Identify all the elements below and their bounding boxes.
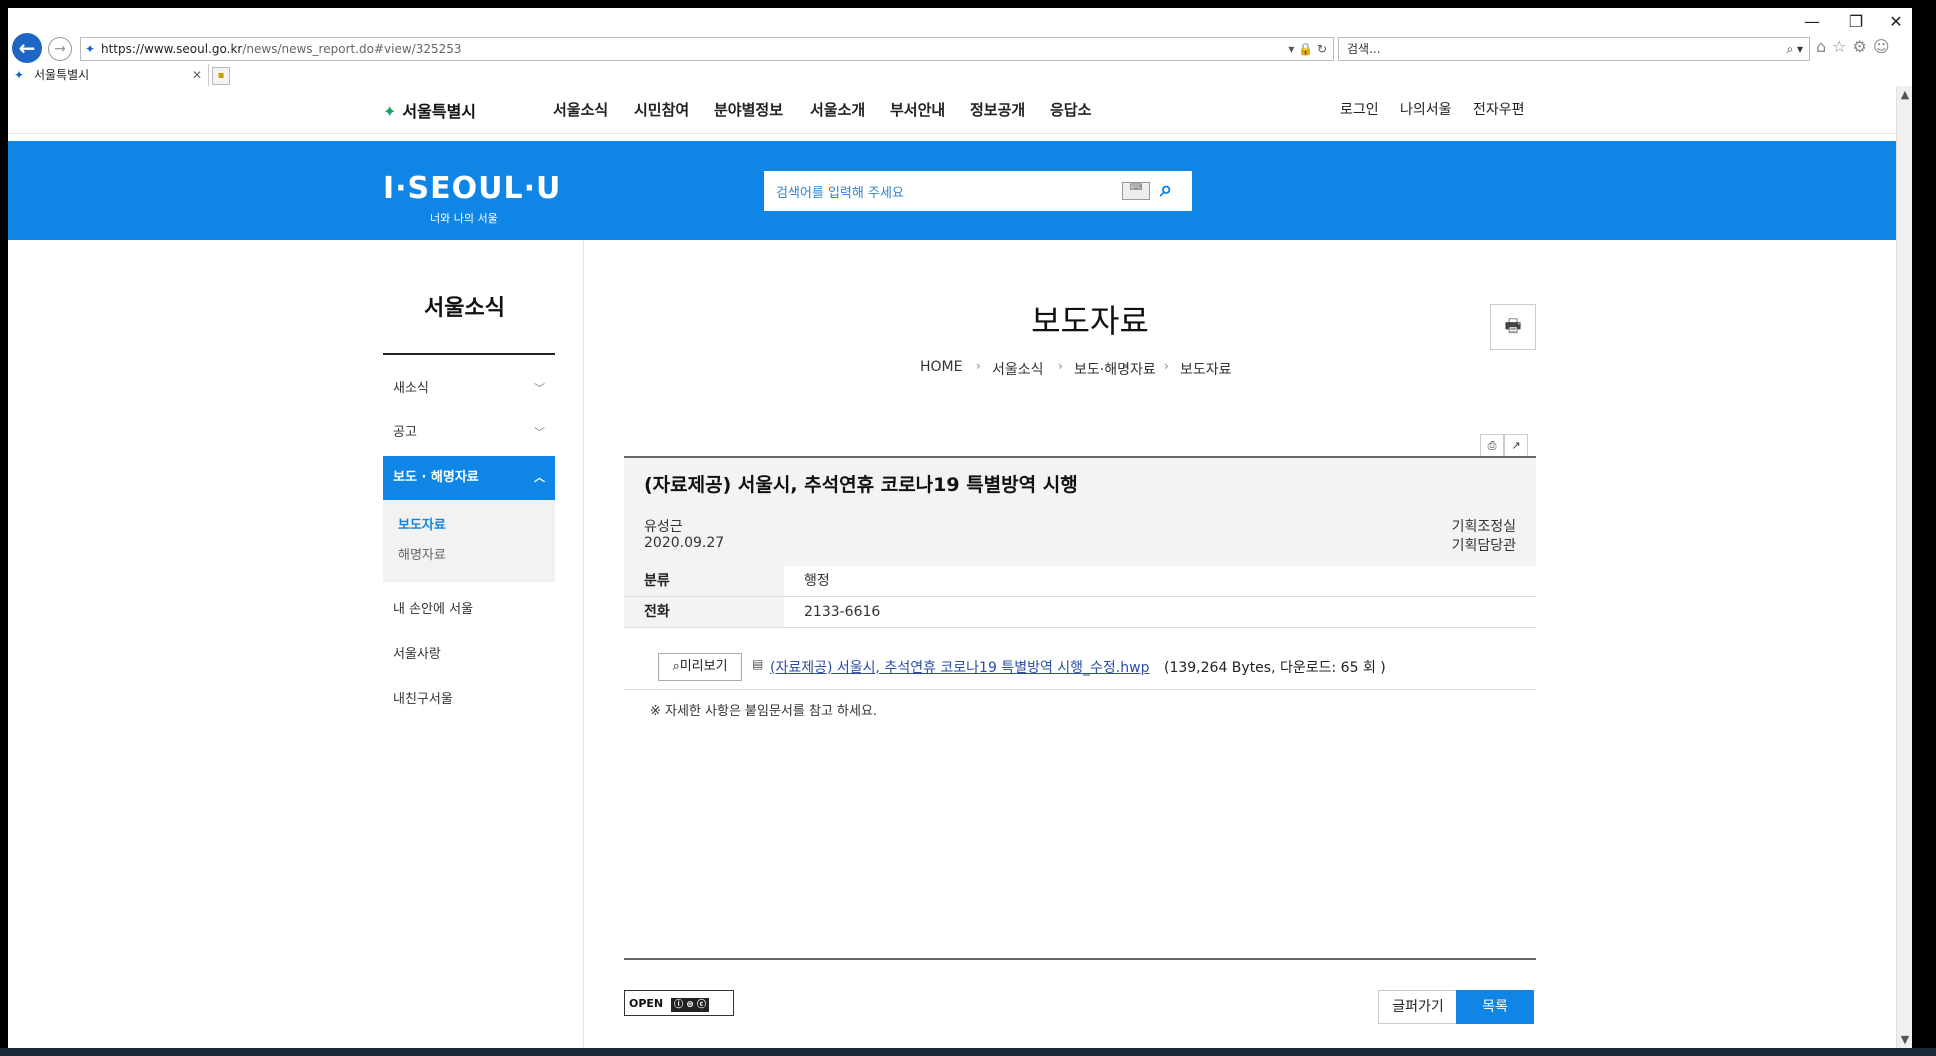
chevron-down-icon: ﹀ bbox=[534, 426, 545, 439]
article-header: (자료제공) 서울시, 추석연휴 코로나19 특별방역 시행 유성근 2020.… bbox=[624, 456, 1536, 566]
breadcrumb-separator-icon: › bbox=[1058, 359, 1063, 373]
scroll-down-icon[interactable]: ▼ bbox=[1897, 1033, 1912, 1046]
sidebar-title: 서울소식 bbox=[424, 296, 505, 321]
sidebar-divider bbox=[383, 353, 555, 355]
close-tab-icon[interactable]: ✕ bbox=[192, 64, 202, 86]
breadcrumb-separator-icon: › bbox=[976, 359, 981, 373]
info-value: 2133-6616 bbox=[804, 604, 881, 620]
breadcrumb-item[interactable]: 서울소식 bbox=[992, 359, 1044, 379]
breadcrumb-separator-icon: › bbox=[1164, 359, 1169, 373]
attachment-info: (139,264 Bytes, 다운로드: 65 회 ) bbox=[1164, 660, 1386, 676]
open-license-badge: OPEN ⓘ ⊜ ⓒ bbox=[624, 990, 734, 1016]
chevron-up-icon: ︿ bbox=[534, 471, 545, 484]
search-icon[interactable]: ⌕ ▾ bbox=[1786, 38, 1803, 60]
site-favicon-icon: ✦ bbox=[85, 42, 96, 56]
email-link[interactable]: 전자우편 bbox=[1473, 99, 1525, 119]
sidebar-item-news[interactable]: 새소식 ﹀ bbox=[383, 367, 555, 411]
browser-search-input[interactable]: 검색... ⌕ ▾ bbox=[1338, 37, 1810, 61]
new-tab-button[interactable]: ▪ bbox=[212, 67, 230, 85]
browser-window: — ❐ ✕ ← → ✦ https://www.seoul.go.kr/news… bbox=[8, 8, 1912, 1048]
iseoulu-brand: I·SEOUL·U bbox=[383, 171, 562, 206]
page-scrollbar[interactable]: ▲ ▼ bbox=[1896, 86, 1912, 1048]
minimize-button[interactable]: — bbox=[1792, 12, 1832, 31]
global-nav: ✦ 서울특별시 서울소식 시민참여 분야별정보 서울소개 부서안내 정보공개 응답… bbox=[8, 86, 1912, 134]
my-seoul-link[interactable]: 나의서울 bbox=[1400, 99, 1452, 119]
browser-chrome: — ❐ ✕ ← → ✦ https://www.seoul.go.kr/news… bbox=[8, 8, 1912, 86]
breadcrumb-item[interactable]: 보도·해명자료 bbox=[1074, 359, 1156, 379]
article-note: ※ 자세한 사항은 붙임문서를 참고 하세요. bbox=[650, 704, 878, 719]
gnb-item[interactable]: 서울소식 bbox=[553, 99, 608, 120]
printer-icon: 🖶 bbox=[1504, 316, 1522, 337]
chevron-down-icon: ﹀ bbox=[534, 382, 545, 395]
keyboard-icon[interactable]: ⌨ bbox=[1122, 182, 1150, 200]
article-writer: 유성근 bbox=[644, 519, 683, 535]
sidebar-item-love[interactable]: 서울사랑 bbox=[383, 633, 555, 677]
sidebar-submenu: 보도자료 해명자료 bbox=[383, 500, 555, 582]
gnb-item[interactable]: 시민참여 bbox=[634, 99, 689, 120]
sidebar-separator bbox=[583, 240, 584, 1048]
gnb-item[interactable]: 정보공개 bbox=[970, 99, 1025, 120]
print-page-button[interactable]: 🖶 bbox=[1490, 304, 1536, 350]
scroll-up-icon[interactable]: ▲ bbox=[1897, 88, 1912, 101]
search-banner: I·SEOUL·U 너와 나의 서울 검색어를 입력해 주세요 ⌨ ⌕ bbox=[8, 141, 1912, 240]
sidebar-subitem-press-release[interactable]: 보도자료 bbox=[398, 514, 446, 533]
magnifier-icon: ⌕ bbox=[672, 659, 680, 674]
share-icon[interactable]: ↗ bbox=[1504, 434, 1528, 458]
attachment-link[interactable]: (자료제공) 서울시, 추석연휴 코로나19 특별방역 시행_수정.hwp bbox=[770, 657, 1149, 677]
seoul-logo[interactable]: ✦ 서울특별시 bbox=[383, 98, 476, 122]
article-title: (자료제공) 서울시, 추석연휴 코로나19 특별방역 시행 bbox=[644, 474, 1078, 496]
page-title: 보도자료 bbox=[1031, 302, 1149, 340]
gnb-item[interactable]: 서울소개 bbox=[810, 99, 865, 120]
address-bar[interactable]: ✦ https://www.seoul.go.kr/news/news_repo… bbox=[80, 37, 1334, 61]
address-tools-icon[interactable]: ▾ 🔒 ↻ bbox=[1288, 38, 1327, 60]
back-arrow-icon[interactable]: ← bbox=[12, 33, 42, 63]
sidebar-subitem-explanation[interactable]: 해명자료 bbox=[398, 544, 446, 563]
info-key: 전화 bbox=[624, 597, 784, 627]
info-key: 분류 bbox=[624, 566, 784, 596]
scrap-button[interactable]: 글퍼가기 bbox=[1378, 990, 1458, 1024]
print-icon[interactable]: ⎙ bbox=[1480, 434, 1504, 458]
browser-toolbar-icons[interactable]: ⌂☆⚙☺ bbox=[1816, 37, 1896, 56]
sidebar-item-press[interactable]: 보도 · 해명자료 ︿ bbox=[383, 456, 555, 500]
info-value: 행정 bbox=[804, 573, 830, 589]
info-row-phone: 전화 2133-6616 bbox=[624, 597, 1536, 628]
hwp-file-icon: ▤ bbox=[752, 657, 764, 671]
article-date: 2020.09.27 bbox=[644, 535, 725, 551]
article-bottom-line bbox=[624, 958, 1536, 960]
tab-favicon-icon: ✦ bbox=[14, 68, 25, 82]
web-page: ✦ 서울특별시 서울소식 시민참여 분야별정보 서울소개 부서안내 정보공개 응답… bbox=[8, 86, 1912, 1048]
seoul-logo-mark-icon: ✦ bbox=[383, 102, 397, 121]
gnb-item[interactable]: 응답소 bbox=[1050, 99, 1091, 120]
sidebar-item-notice[interactable]: 공고 ﹀ bbox=[383, 411, 555, 455]
license-condition-icons: ⓘ ⊜ ⓒ bbox=[671, 998, 709, 1012]
address-url: https://www.seoul.go.kr/news/news_report… bbox=[101, 42, 462, 56]
gnb-item[interactable]: 분야별정보 bbox=[714, 99, 783, 120]
attachment-row: ⌕미리보기 ▤ (자료제공) 서울시, 추석연휴 코로나19 특별방역 시행_수… bbox=[624, 645, 1536, 690]
article-department: 기획조정실 bbox=[1451, 519, 1516, 535]
info-row-category: 분류 행정 bbox=[624, 566, 1536, 597]
breadcrumb-current: 보도자료 bbox=[1180, 362, 1232, 378]
site-search-input[interactable]: 검색어를 입력해 주세요 ⌨ ⌕ bbox=[764, 171, 1192, 211]
preview-button[interactable]: ⌕미리보기 bbox=[658, 653, 742, 681]
gnb-item[interactable]: 부서안내 bbox=[890, 99, 945, 120]
article-division: 기획담당관 bbox=[1451, 538, 1516, 554]
login-link[interactable]: 로그인 bbox=[1340, 99, 1379, 119]
iseoulu-subtitle: 너와 나의 서울 bbox=[430, 212, 498, 225]
browser-tab[interactable]: ✦ 서울특별시 ✕ bbox=[8, 64, 209, 86]
article-tools: ⎙ ↗ bbox=[1480, 434, 1530, 458]
restore-button[interactable]: ❐ bbox=[1836, 12, 1876, 31]
breadcrumb-home[interactable]: HOME bbox=[920, 359, 962, 375]
close-window-button[interactable]: ✕ bbox=[1876, 12, 1912, 31]
forward-arrow-icon[interactable]: → bbox=[48, 37, 72, 61]
sidebar-item-friend[interactable]: 내친구서울 bbox=[383, 678, 555, 722]
search-icon[interactable]: ⌕ bbox=[1160, 177, 1172, 202]
os-taskbar bbox=[0, 1048, 1936, 1056]
sidebar-item-mobile[interactable]: 내 손안에 서울 bbox=[383, 588, 555, 632]
list-button[interactable]: 목록 bbox=[1456, 990, 1534, 1024]
